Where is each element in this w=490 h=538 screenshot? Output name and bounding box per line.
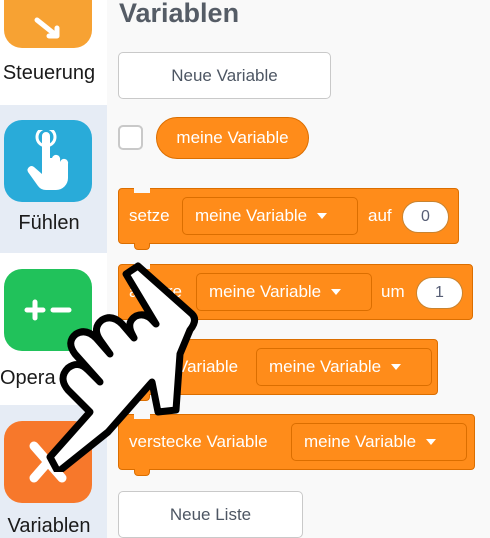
dropdown-value: meine Variable: [195, 206, 308, 225]
block-label: ändere: [129, 282, 182, 301]
palette-heading: Variablen: [119, 0, 240, 28]
new-list-button[interactable]: Neue Liste: [118, 491, 303, 538]
operators-icon: [4, 269, 92, 351]
category-operators[interactable]: Opera: [0, 253, 107, 405]
touch-icon: [4, 120, 92, 202]
variable-dropdown[interactable]: meine Variable: [256, 348, 432, 386]
block-label: Variable: [177, 357, 239, 376]
control-icon: [4, 0, 92, 48]
change-variable-block[interactable]: ändere meine Variable um 1: [118, 264, 473, 326]
category-label: Variablen: [7, 515, 91, 537]
block-label: setze: [129, 206, 170, 225]
category-label: Opera: [0, 367, 56, 389]
block-label: verstecke Variable: [129, 432, 268, 451]
variable-dropdown[interactable]: meine Variable: [182, 197, 358, 235]
chevron-down-icon: [331, 289, 342, 295]
variable-dropdown[interactable]: meine Variable: [196, 273, 372, 311]
chevron-down-icon: [391, 364, 402, 370]
value-input[interactable]: 1: [416, 277, 463, 309]
variables-icon: [4, 421, 92, 503]
set-variable-block[interactable]: setze meine Variable auf 0: [118, 188, 459, 250]
category-variables[interactable]: Variablen: [0, 405, 107, 538]
block-connector: um: [381, 282, 405, 301]
variable-visibility-checkbox[interactable]: [118, 125, 143, 150]
show-variable-block[interactable]: Variable meine Variable: [118, 339, 438, 401]
category-label: Fühlen: [18, 212, 80, 234]
chevron-down-icon: [317, 213, 328, 219]
new-variable-button[interactable]: Neue Variable: [118, 52, 331, 99]
dropdown-value: meine Variable: [209, 282, 322, 301]
category-label: Steuerung: [2, 62, 96, 84]
category-sidebar: Steuerung Fühlen Opera Variablen: [0, 0, 107, 538]
block-connector: auf: [368, 206, 392, 225]
dropdown-value: meine Variable: [269, 357, 382, 376]
category-control[interactable]: Steuerung: [0, 0, 107, 105]
hide-variable-block[interactable]: verstecke Variable meine Variable: [118, 414, 475, 476]
category-sensing[interactable]: Fühlen: [0, 105, 107, 253]
variable-reporter[interactable]: meine Variable: [156, 117, 309, 159]
dropdown-value: meine Variable: [304, 432, 417, 451]
variable-dropdown[interactable]: meine Variable: [291, 423, 467, 461]
value-input[interactable]: 0: [402, 201, 449, 233]
chevron-down-icon: [426, 439, 437, 445]
